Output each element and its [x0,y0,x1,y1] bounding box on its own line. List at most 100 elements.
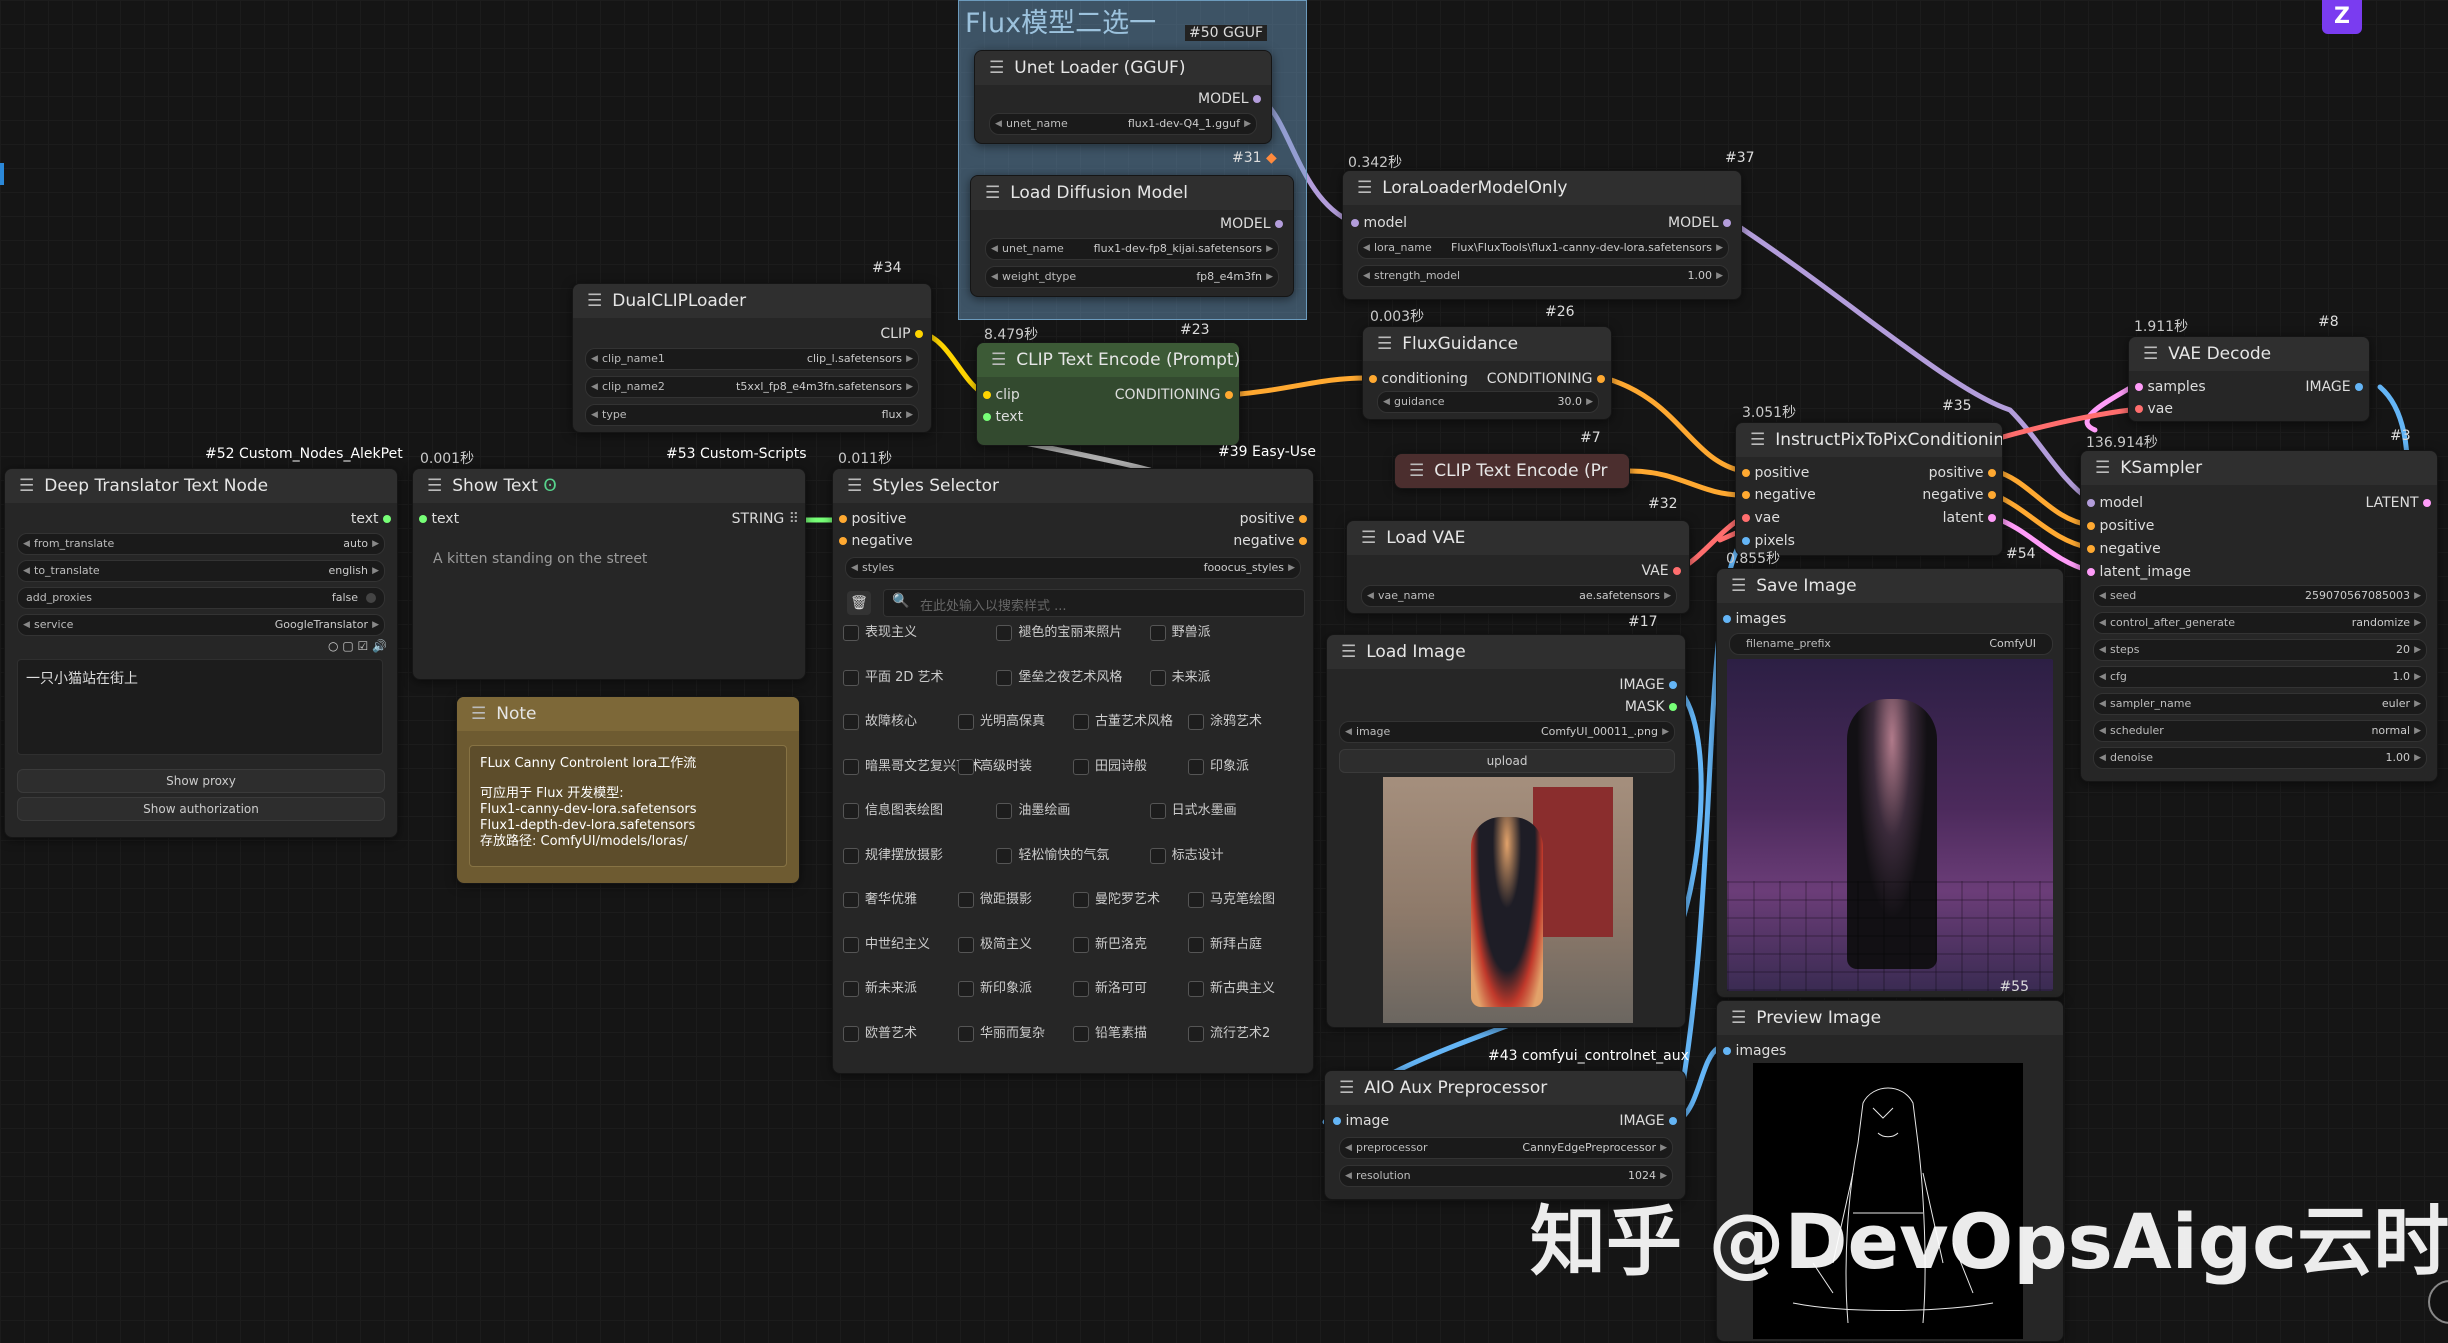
checkbox-icon[interactable] [843,714,859,730]
to-translate-widget[interactable]: ◀ to_translate english ▶ [17,560,385,582]
toggle-icons[interactable]: ○ ▢ ☑ 🔊 [328,639,387,653]
menu-icon[interactable]: ☰ [985,176,1000,210]
show-text-node[interactable]: ☰ Show Text Ꙩ text STRING ⠿ A kitten stan… [412,468,806,680]
from-translate-widget[interactable]: ◀ from_translate auto ▶ [17,533,385,555]
checkbox-icon[interactable] [1073,981,1089,997]
menu-icon[interactable]: ☰ [471,697,486,731]
weight-dtype-widget[interactable]: ◀ weight_dtype fp8_e4m3fn ▶ [985,266,1279,288]
denoise-widget[interactable]: ◀ denoise 1.00 ▶ [2093,747,2427,769]
style-chip[interactable]: 曼陀罗艺术 [1073,886,1160,914]
checkbox-icon[interactable] [1149,625,1166,641]
input-latent-image[interactable]: latent_image [2087,564,2191,580]
output-image[interactable]: IMAGE [2305,379,2363,395]
menu-icon[interactable]: ☰ [1731,1001,1746,1035]
output-conditioning[interactable]: CONDITIONING [1115,387,1233,403]
translate-input-textarea[interactable]: 一只小猫站在街上 [17,659,383,755]
type-widget[interactable]: ◀ type flux ▶ [585,404,919,426]
checkbox-icon[interactable] [843,625,859,641]
style-chip[interactable]: 中世纪主义 [843,931,930,959]
checkbox-icon[interactable] [1188,981,1204,997]
preprocessor-widget[interactable]: ◀ preprocessor CannyEdgePreprocessor ▶ [1339,1137,1673,1159]
style-chip[interactable]: 平面 2D 艺术 [843,664,944,692]
output-latent[interactable]: LATENT [2366,495,2431,511]
output-negative[interactable]: negative [1233,533,1307,549]
output-negative[interactable]: negative [1922,487,1996,503]
app-logo-icon[interactable]: Z [2322,0,2362,34]
styles-selector-node[interactable]: ☰ Styles Selector positive negative posit… [832,468,1314,1074]
style-chip[interactable]: 野兽派 [1149,619,1211,647]
image-select-widget[interactable]: ◀ image ComfyUI_00011_.png ▶ [1339,721,1675,743]
style-chip[interactable]: 华丽而复杂 [958,1020,1045,1048]
checkbox-icon[interactable] [996,847,1013,864]
style-chip[interactable]: 流行艺术2 [1188,1020,1270,1048]
style-chip[interactable]: 马克笔绘图 [1188,886,1275,914]
style-chip[interactable]: 褪色的宝丽来照片 [996,619,1122,647]
output-text[interactable]: text [351,511,391,527]
checkbox-icon[interactable] [996,625,1013,641]
vae-decode-node[interactable]: ☰ VAE Decode samples vae IMAGE [2128,336,2370,422]
style-chip[interactable]: 信息图表绘图 [843,797,943,825]
upload-button[interactable]: upload [1339,749,1675,773]
output-positive[interactable]: positive [1929,465,1996,481]
menu-icon[interactable]: ☰ [989,51,1004,85]
input-positive[interactable]: positive [2087,518,2154,534]
unet-name-widget[interactable]: ◀ unet_name flux1-dev-fp8_kijai.safetensor… [985,238,1279,260]
checkbox-icon[interactable] [958,892,974,908]
unet-loader-node[interactable]: ☰ Unet Loader (GGUF) MODEL ◀ unet_name flux… [974,50,1272,144]
style-chip[interactable]: 光明高保真 [958,708,1045,736]
cfg-widget[interactable]: ◀ cfg 1.0 ▶ [2093,666,2427,688]
input-pixels[interactable]: pixels [1742,533,1795,549]
seed-widget[interactable]: ◀ seed 259070567085003 ▶ [2093,585,2427,607]
input-conditioning[interactable]: conditioning [1369,371,1468,387]
checkbox-icon[interactable] [958,714,974,730]
style-search-input[interactable]: 🔍 在此处输入以搜索样式 ... [883,589,1305,617]
checkbox-icon[interactable] [1188,714,1204,730]
menu-icon[interactable]: ☰ [1731,569,1746,603]
unet-name-widget[interactable]: ◀ unet_name flux1-dev-Q4_1.gguf ▶ [989,113,1257,135]
style-chip[interactable]: 新洛可可 [1073,975,1147,1003]
checkbox-icon[interactable] [843,803,859,819]
style-chip[interactable]: 新古典主义 [1188,975,1275,1003]
scheduler-widget[interactable]: ◀ scheduler normal ▶ [2093,720,2427,742]
style-chip[interactable]: 欧普艺术 [843,1020,917,1048]
input-model[interactable]: model [1351,215,1407,231]
output-mask[interactable]: MASK [1625,699,1677,715]
menu-icon[interactable]: ☰ [991,343,1006,377]
output-model[interactable]: MODEL [1198,91,1261,107]
input-positive[interactable]: positive [1742,465,1809,481]
checkbox-icon[interactable] [843,669,859,686]
menu-icon[interactable]: ☰ [847,469,862,503]
clip-text-encode-node[interactable]: ☰ CLIP Text Encode (Prompt) clip text CON… [976,342,1240,446]
checkbox-icon[interactable] [958,981,974,997]
menu-icon[interactable]: ☰ [2095,451,2110,485]
checkbox-icon[interactable] [1188,758,1204,775]
load-diffusion-model-node[interactable]: ☰ Load Diffusion Model MODEL ◀ unet_name fl… [970,175,1294,297]
output-conditioning[interactable]: CONDITIONING [1487,371,1605,387]
output-model[interactable]: MODEL [1220,216,1283,232]
style-chip[interactable]: 微距摄影 [958,886,1032,914]
input-negative[interactable]: negative [2087,541,2161,557]
menu-icon[interactable]: ☰ [2143,337,2158,371]
style-chip[interactable]: 新未来派 [843,975,917,1003]
menu-icon[interactable]: ☰ [19,469,34,503]
guidance-widget[interactable]: ◀ guidance 30.0 ▶ [1377,391,1599,413]
input-samples[interactable]: samples [2135,379,2206,395]
vae-name-widget[interactable]: ◀ vae_name ae.safetensors ▶ [1361,585,1677,607]
instruct-pix2pix-node[interactable]: ☰ InstructPixToPixConditioning positive n… [1735,422,2003,556]
checkbox-icon[interactable] [996,669,1013,686]
menu-icon[interactable]: ☰ [1357,171,1372,205]
output-image[interactable]: IMAGE [1619,1113,1677,1129]
input-model[interactable]: model [2087,495,2143,511]
input-clip[interactable]: clip [983,387,1020,403]
input-negative[interactable]: negative [1742,487,1816,503]
output-positive[interactable]: positive [1240,511,1307,527]
checkbox-icon[interactable] [1188,892,1204,908]
input-images[interactable]: images [1723,1043,1786,1059]
menu-icon[interactable]: ☰ [1339,1071,1354,1105]
output-vae[interactable]: VAE [1641,563,1681,579]
note-text[interactable]: FLux Canny Controlent lora工作流 可应用于 Flux … [469,745,787,867]
style-chip[interactable]: 油墨绘画 [996,797,1070,825]
checkbox-icon[interactable] [1073,714,1089,730]
deep-translator-node[interactable]: ☰ Deep Translator Text Node text ◀ from_tr… [4,468,398,838]
checkbox-icon[interactable] [1188,936,1204,953]
